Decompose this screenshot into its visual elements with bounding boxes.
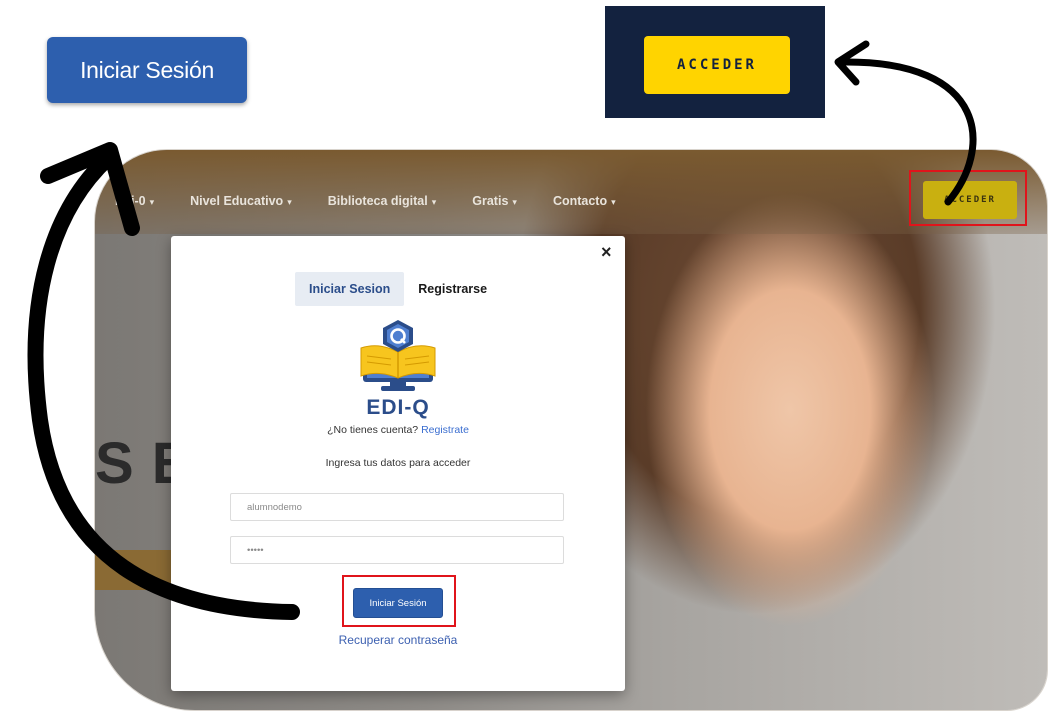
nav-item-biblioteca-digital[interactable]: Biblioteca digital ▾	[328, 194, 437, 208]
signup-link[interactable]: Registrate	[421, 424, 469, 436]
username-input[interactable]: alumnodemo	[230, 493, 564, 521]
hero-button-fragment	[95, 550, 175, 590]
highlight-box-submit	[342, 575, 456, 627]
nav-item-gratis[interactable]: Gratis ▾	[472, 194, 517, 208]
modal-tabs: Iniciar Sesion Registrarse	[295, 272, 501, 306]
nav-item-contacto[interactable]: Contacto ▾	[553, 194, 616, 208]
signup-prompt-text: ¿No tienes cuenta?	[327, 424, 419, 436]
recover-password-link[interactable]: Recuperar contraseña	[171, 633, 625, 647]
caret-down-icon: ▾	[287, 197, 292, 207]
callout-login-button[interactable]: Iniciar Sesión	[47, 37, 247, 103]
tab-iniciar-sesion[interactable]: Iniciar Sesion	[295, 272, 405, 306]
caret-down-icon: ▾	[611, 197, 616, 207]
caret-down-icon: ▾	[431, 197, 437, 207]
tab-registrarse[interactable]: Registrarse	[404, 272, 501, 306]
caret-down-icon: ▾	[149, 197, 155, 207]
highlight-box-acceder	[909, 170, 1027, 226]
login-instructions: Ingresa tus datos para acceder	[325, 457, 471, 469]
close-icon[interactable]: ×	[601, 242, 612, 263]
edi-q-logo-icon	[360, 320, 436, 391]
password-input[interactable]: •••••	[230, 536, 564, 564]
login-modal: × Iniciar Sesion Registrarse EDI-Q ¿No t…	[171, 236, 625, 691]
site-header-band	[95, 150, 1047, 234]
caret-down-icon: ▾	[512, 197, 517, 207]
callout-acceder-panel: ACCEDER	[605, 6, 825, 118]
callout-acceder-button[interactable]: ACCEDER	[644, 36, 790, 94]
signup-prompt: ¿No tienes cuenta? Registrate	[171, 424, 625, 436]
arrowhead-acceder	[834, 40, 870, 86]
nav-item-edi[interactable]: Edi-0 ▾	[115, 194, 154, 208]
site-nav: Edi-0 ▾ Nivel Educativo ▾ Biblioteca digit…	[115, 194, 616, 208]
brand-name: EDI-Q	[366, 396, 430, 419]
nav-item-nivel-educativo[interactable]: Nivel Educativo ▾	[190, 194, 292, 208]
